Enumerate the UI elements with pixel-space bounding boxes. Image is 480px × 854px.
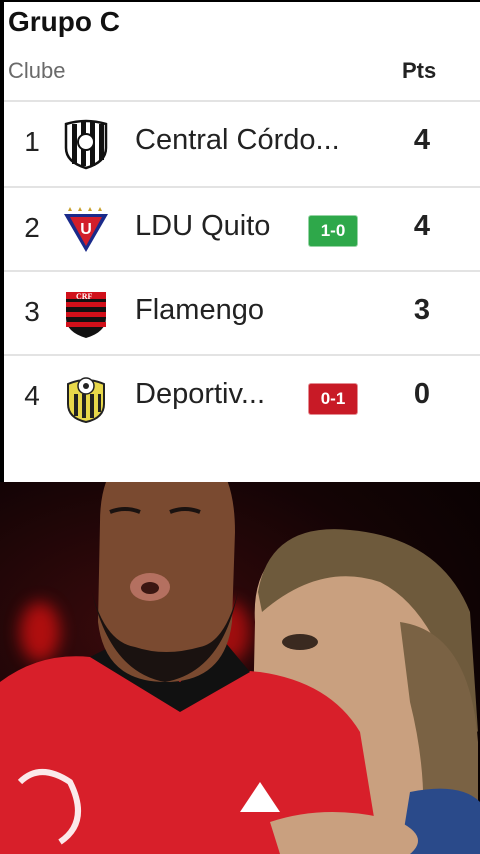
column-header-pts: Pts <box>402 58 437 83</box>
video-frame[interactable] <box>0 482 480 854</box>
svg-text:U: U <box>80 221 92 238</box>
video-people-illustration <box>0 482 480 854</box>
points: 3 <box>413 294 431 326</box>
points: 4 <box>413 210 431 242</box>
last-result-badge: 0-1 <box>308 383 358 415</box>
points: 0 <box>413 378 431 410</box>
position: 4 <box>24 380 40 411</box>
position: 3 <box>24 296 40 327</box>
flamengo-crest-icon: CRF <box>66 292 106 338</box>
position: 1 <box>24 126 40 157</box>
ldu-quito-crest-icon: U <box>64 207 108 252</box>
club-name: Central Córdo... <box>135 124 340 156</box>
club-name: LDU Quito <box>135 210 271 242</box>
central-cordoba-crest-icon <box>64 119 108 170</box>
table-row[interactable]: 1 Central Córdo... 4 <box>4 102 480 186</box>
table-row[interactable]: 2 U LDU Quito 1-0 4 <box>4 188 480 272</box>
points: 4 <box>413 124 431 156</box>
group-title: Grupo C <box>8 6 120 37</box>
standings-card: Grupo C Clube Pts 1 Central Córdo... 4 2… <box>4 2 480 482</box>
table-row[interactable]: 3 CRF Flamengo 3 <box>4 272 480 356</box>
club-name: Flamengo <box>135 294 264 326</box>
last-result-badge: 1-0 <box>308 215 358 247</box>
svg-text:CRF: CRF <box>76 292 93 301</box>
column-header-club: Clube <box>8 58 66 83</box>
club-name: Deportiv... <box>135 378 266 410</box>
deportivo-tachira-crest-icon <box>67 377 105 424</box>
table-row[interactable]: 4 Deportiv... 0-1 0 <box>4 356 480 440</box>
position: 2 <box>24 212 40 243</box>
